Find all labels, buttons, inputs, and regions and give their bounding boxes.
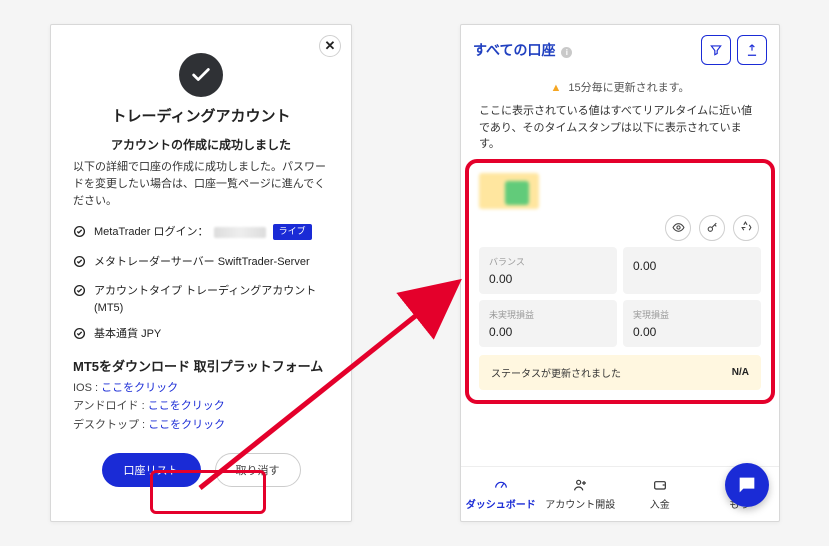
check-icon bbox=[73, 224, 87, 244]
user-plus-icon bbox=[570, 477, 590, 493]
download-ios-link[interactable]: ここをクリック bbox=[101, 382, 178, 394]
key-icon[interactable] bbox=[699, 215, 725, 241]
download-heading: MT5をダウンロード 取引プラットフォーム bbox=[73, 356, 329, 375]
download-desktop-link[interactable]: ここをクリック bbox=[148, 419, 225, 431]
login-value-redacted bbox=[214, 227, 266, 238]
warning-icon: ▲ bbox=[550, 82, 561, 94]
realtime-explain: ここに表示されている値はすべてリアルタイムに近い値であり、そのタイムスタンプは以… bbox=[461, 99, 779, 161]
chat-fab[interactable] bbox=[725, 463, 769, 507]
modal-description: 以下の詳細で口座の作成に成功しました。パスワードを変更したい場合は、口座一覧ペー… bbox=[73, 159, 329, 210]
modal-subtitle: アカウントの作成に成功しました bbox=[73, 136, 329, 153]
close-icon[interactable]: ✕ bbox=[319, 35, 341, 57]
recycle-icon[interactable] bbox=[733, 215, 759, 241]
stat-blank: 0.00 bbox=[623, 247, 761, 294]
stat-realized: 実現損益 0.00 bbox=[623, 300, 761, 347]
detail-login: MetaTrader ログイン： ライブ bbox=[73, 224, 329, 244]
status-value: N/A bbox=[732, 367, 749, 378]
detail-account-type: アカウントタイプ トレーディングアカウント (MT5) bbox=[73, 283, 329, 316]
filter-button[interactable] bbox=[701, 35, 731, 65]
live-badge: ライブ bbox=[273, 224, 312, 240]
stat-balance: バランス 0.00 bbox=[479, 247, 617, 294]
info-icon[interactable]: i bbox=[561, 47, 572, 58]
download-android: アンドロイド : ここをクリック bbox=[73, 397, 329, 416]
export-button[interactable] bbox=[737, 35, 767, 65]
nav-open-account[interactable]: アカウント開設 bbox=[541, 473, 621, 515]
account-card: バランス 0.00 0.00 未実現損益 0.00 実現損益 0.00 ステータ… bbox=[471, 165, 769, 398]
success-check-icon bbox=[179, 53, 223, 97]
wallet-icon bbox=[650, 477, 670, 493]
cancel-button[interactable]: 取り消す bbox=[215, 453, 301, 487]
check-icon bbox=[73, 254, 87, 274]
status-row: ステータスが更新されました N/A bbox=[479, 355, 761, 390]
account-thumbnail bbox=[479, 173, 539, 209]
gauge-icon bbox=[491, 477, 511, 493]
download-desktop: デスクトップ : ここをクリック bbox=[73, 416, 329, 435]
download-android-link[interactable]: ここをクリック bbox=[148, 400, 225, 412]
detail-server: メタトレーダーサーバー SwiftTrader-Server bbox=[73, 254, 329, 274]
stat-unrealized: 未実現損益 0.00 bbox=[479, 300, 617, 347]
nav-dashboard[interactable]: ダッシュボード bbox=[461, 473, 541, 515]
detail-base-currency: 基本通貨 JPY bbox=[73, 326, 329, 346]
modal-title: トレーディングアカウント bbox=[73, 105, 329, 126]
page-title: すべての口座 i bbox=[473, 40, 572, 60]
download-ios: IOS : ここをクリック bbox=[73, 379, 329, 398]
check-icon bbox=[73, 283, 87, 303]
login-label: MetaTrader ログイン： bbox=[94, 226, 209, 238]
nav-deposit[interactable]: 入金 bbox=[620, 473, 700, 515]
refresh-note: ▲ 15分毎に更新されます。 bbox=[461, 75, 779, 99]
account-created-modal: ✕ トレーディングアカウント アカウントの作成に成功しました 以下の詳細で口座の… bbox=[50, 24, 352, 522]
check-icon bbox=[73, 326, 87, 346]
accounts-panel: すべての口座 i ▲ 15分毎に更新されます。 ここに表示されている値はすべてリ… bbox=[460, 24, 780, 522]
view-icon[interactable] bbox=[665, 215, 691, 241]
account-list-button[interactable]: 口座リスト bbox=[102, 453, 201, 487]
